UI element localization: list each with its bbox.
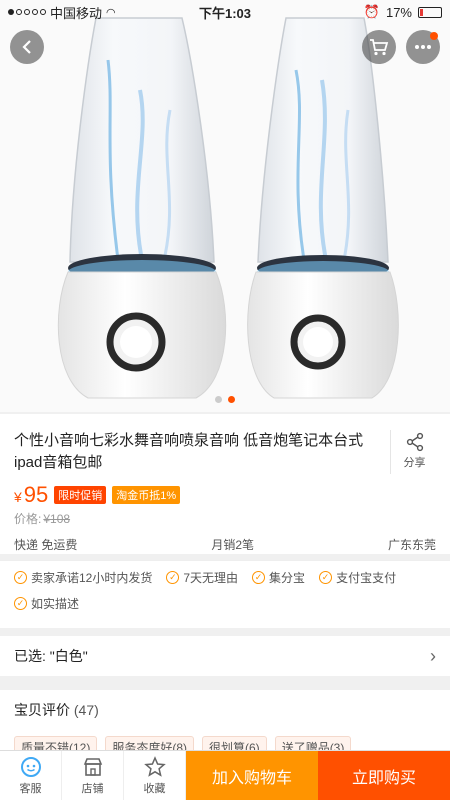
sku-selector[interactable]: 已选: "白色" ›	[0, 636, 450, 676]
chevron-left-icon	[22, 40, 31, 54]
delivery-sales-row: 快递 免运费 月销2笔 广东东莞	[0, 536, 450, 553]
monthly-sales: 月销2笔	[211, 538, 254, 552]
carrier-label: 中国移动	[50, 5, 103, 21]
check-icon: ✓	[319, 570, 333, 584]
battery-percent: 17%	[385, 4, 412, 20]
carousel-dot	[215, 396, 222, 403]
original-price: 价格: ¥108	[14, 512, 71, 526]
product-image-carousel[interactable]	[0, 0, 450, 412]
check-icon: ✓	[166, 570, 180, 584]
cart-icon	[370, 39, 389, 56]
promo-tag: 限时促销	[54, 486, 107, 504]
service-item: ✓ 集分宝	[252, 567, 305, 587]
buy-now-button[interactable]: 立即购买	[318, 751, 450, 800]
reviews-section[interactable]: 宝贝评价 (47) 质量不错(12) 服务态度好(8) 很划算(6) 送了赠品(…	[0, 690, 450, 759]
more-icon	[415, 45, 431, 49]
alarm-icon: ⏰	[363, 4, 380, 19]
signal-icon	[8, 9, 46, 15]
product-title: 个性小音响七彩水舞音响喷泉音响 低音炮笔记本台式ipad音箱包邮	[14, 432, 364, 471]
more-button[interactable]	[406, 30, 440, 64]
bottom-action-bar: 客服 店铺 收藏 加入购物车 立即购买	[0, 750, 450, 800]
price-row: ¥95 限时促销 淘金币抵1%	[14, 482, 181, 508]
service-item: ✓ 如实描述	[14, 593, 79, 613]
clock: 下午1:03	[198, 5, 252, 21]
shipping-info: 快递 免运费	[14, 538, 78, 552]
status-bar: 中国移动 ◠ 下午1:03 ⏰ 17%	[0, 0, 450, 24]
wifi-icon: ◠	[106, 6, 116, 19]
check-icon: ✓	[14, 570, 27, 584]
check-icon: ✓	[252, 570, 266, 584]
service-guarantees[interactable]: ✓ 卖家承诺12小时内发货 ✓ 7天无理由 ✓ 集分宝 ✓ 支付宝支付 ✓ 如实描述	[0, 560, 450, 628]
notification-dot	[430, 32, 438, 40]
selected-variant: 已选: "白色"	[14, 648, 88, 664]
cart-button[interactable]	[362, 30, 396, 64]
share-button[interactable]: 分享	[390, 430, 438, 474]
service-item: ✓ 支付宝支付	[319, 567, 396, 587]
battery-icon	[418, 6, 442, 18]
product-info-card: 个性小音响七彩水舞音响喷泉音响 低音炮笔记本台式ipad音箱包邮 分享 ¥95 …	[0, 414, 450, 554]
check-icon: ✓	[14, 596, 27, 610]
share-icon	[406, 432, 423, 452]
add-to-cart-button[interactable]: 加入购物车	[186, 751, 318, 800]
ship-from-location: 广东东莞	[387, 538, 436, 552]
carousel-indicator	[0, 396, 450, 403]
service-item: ✓ 卖家承诺12小时内发货	[14, 567, 152, 587]
favorite-button[interactable]: 收藏	[124, 751, 186, 800]
customer-service-button[interactable]: 客服	[0, 751, 62, 800]
star-icon	[143, 755, 166, 777]
current-price: ¥95	[14, 482, 49, 507]
chevron-right-icon: ›	[430, 645, 436, 666]
customer-service-icon	[20, 756, 41, 777]
reviews-title: 宝贝评价 (47)	[14, 702, 99, 718]
coin-tag: 淘金币抵1%	[112, 486, 181, 504]
shop-icon	[83, 757, 102, 776]
shop-button[interactable]: 店铺	[62, 751, 124, 800]
service-item: ✓ 7天无理由	[166, 567, 238, 587]
share-label: 分享	[403, 457, 426, 469]
carousel-dot-active	[228, 396, 235, 403]
back-button[interactable]	[10, 30, 44, 64]
